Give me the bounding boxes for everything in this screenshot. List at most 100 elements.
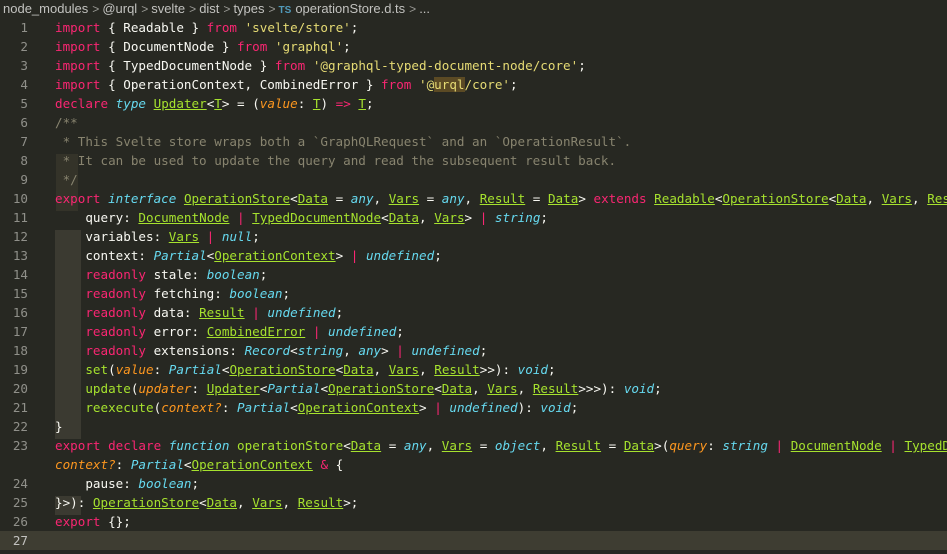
- code-line[interactable]: 8 * It can be used to update the query a…: [0, 151, 947, 170]
- code-line[interactable]: 25}>): OperationStore<Data, Vars, Result…: [0, 493, 947, 512]
- code-token: undefined: [449, 400, 518, 415]
- code-token: Partial: [153, 248, 207, 263]
- code-line[interactable]: 23 export declare function operationStore…: [0, 436, 947, 455]
- code-line[interactable]: 12 variables: Vars | null;: [0, 227, 947, 246]
- code-token: ;: [548, 362, 556, 377]
- code-token: string: [494, 210, 541, 225]
- code-token: export: [55, 514, 101, 529]
- code-token: extends: [593, 191, 647, 206]
- code-line[interactable]: 3 import { TypedDocumentNode } from '@gra…: [0, 56, 947, 75]
- code-line[interactable]: 14 readonly stale: boolean;: [0, 265, 947, 284]
- code-token: ,: [373, 191, 389, 206]
- code-line[interactable]: 19 set(value: Partial<OperationStore<Dat…: [0, 360, 947, 379]
- code-line[interactable]: context?: Partial<OperationContext & {: [0, 455, 947, 474]
- code-token: Data: [343, 362, 374, 377]
- code-line[interactable]: 24 pause: boolean;: [0, 474, 947, 493]
- code-line[interactable]: 20 update(updater: Updater<Partial<Opera…: [0, 379, 947, 398]
- code-text: }: [55, 417, 63, 436]
- code-token: ;: [654, 381, 662, 396]
- code-line[interactable]: 22}: [0, 417, 947, 436]
- code-text: export {};: [55, 512, 131, 531]
- code-token: =: [525, 191, 548, 206]
- code-text: import { DocumentNode } from 'graphql';: [55, 37, 351, 56]
- code-token: ,: [472, 381, 488, 396]
- code-token: <: [199, 495, 207, 510]
- code-token: ,: [419, 210, 435, 225]
- line-number: 17: [12, 324, 28, 339]
- code-line[interactable]: 2 import { DocumentNode } from 'graphql';: [0, 37, 947, 56]
- code-token: stale:: [146, 267, 207, 282]
- breadcrumb-item-svelte[interactable]: svelte: [151, 1, 185, 16]
- code-line[interactable]: 10 export interface OperationStore<Data =…: [0, 189, 947, 208]
- code-line[interactable]: 6 /**: [0, 113, 947, 132]
- breadcrumb-item-types[interactable]: types: [233, 1, 264, 16]
- code-token: |: [252, 305, 260, 320]
- breadcrumb-item-dist[interactable]: dist: [199, 1, 219, 16]
- code-line[interactable]: 26 export {};: [0, 512, 947, 531]
- code-token: OperationStore: [229, 362, 336, 377]
- line-number: 10: [12, 191, 28, 206]
- code-token: fetching:: [146, 286, 230, 301]
- code-text: }>): OperationStore<Data, Vars, Result>;: [55, 493, 358, 512]
- code-line[interactable]: 4 import { OperationContext, CombinedErro…: [0, 75, 947, 94]
- code-line[interactable]: 15 readonly fetching: boolean;: [0, 284, 947, 303]
- code-token: Result: [555, 438, 602, 453]
- code-token: { Readable }: [100, 20, 207, 35]
- code-token: pause:: [55, 476, 139, 491]
- code-token: import: [55, 20, 101, 35]
- code-token: { OperationContext, CombinedError }: [100, 77, 382, 92]
- code-token: ;: [252, 229, 260, 244]
- code-token: ,: [343, 343, 359, 358]
- code-token: updater: [138, 381, 192, 396]
- code-token: type: [115, 96, 147, 111]
- code-line[interactable]: 13 context: Partial<OperationContext> | …: [0, 246, 947, 265]
- code-editor[interactable]: 1 import { Readable } from 'svelte/store'…: [0, 18, 947, 554]
- code-line[interactable]: 7 * This Svelte store wraps both a `Grap…: [0, 132, 947, 151]
- code-token: ,: [373, 362, 389, 377]
- code-token: T: [358, 96, 367, 111]
- code-token: query:: [55, 210, 139, 225]
- code-token: >>):: [479, 362, 518, 377]
- code-token: Partial: [267, 381, 321, 396]
- code-line[interactable]: 18 readonly extensions: Record<string, a…: [0, 341, 947, 360]
- code-token: TypedDocumentNode: [252, 210, 382, 225]
- breadcrumb-item-node-modules[interactable]: node_modules: [0, 1, 88, 16]
- code-token: :: [221, 400, 238, 415]
- code-token: Result: [927, 191, 947, 206]
- code-token: object: [494, 438, 541, 453]
- code-token: OperationStore: [183, 191, 291, 206]
- line-number: 19: [12, 362, 28, 377]
- breadcrumb-more[interactable]: ...: [419, 1, 430, 16]
- code-line[interactable]: 17 readonly error: CombinedError | undef…: [0, 322, 947, 341]
- breadcrumb-item-file[interactable]: operationStore.d.ts: [295, 1, 405, 16]
- code-token: OperationStore: [328, 381, 435, 396]
- code-line[interactable]: 16 readonly data: Result | undefined;: [0, 303, 947, 322]
- breadcrumb-item-urql[interactable]: @urql: [102, 1, 137, 16]
- code-token: (: [108, 362, 116, 377]
- code-token: =: [419, 191, 442, 206]
- code-line[interactable]: 5 declare type Updater<T> = (value: T) =>…: [0, 94, 947, 113]
- code-token: DocumentNode: [790, 438, 882, 453]
- code-token: :: [191, 381, 207, 396]
- code-token: Data: [547, 191, 579, 206]
- code-line[interactable]: 21 reexecute(context?: Partial<Operation…: [0, 398, 947, 417]
- code-token: set: [85, 362, 109, 377]
- code-token: context?: [55, 457, 116, 472]
- code-token: :: [707, 438, 723, 453]
- code-line[interactable]: 1 import { Readable } from 'svelte/store'…: [0, 18, 947, 37]
- code-token: DocumentNode: [138, 210, 230, 225]
- code-line[interactable]: 11 query: DocumentNode | TypedDocumentNo…: [0, 208, 947, 227]
- line-number: 13: [12, 248, 28, 263]
- code-line[interactable]: 9 */: [0, 170, 947, 189]
- code-line[interactable]: 27: [0, 531, 947, 550]
- code-token: update: [85, 381, 131, 396]
- code-text: export interface OperationStore<Data = a…: [55, 189, 947, 208]
